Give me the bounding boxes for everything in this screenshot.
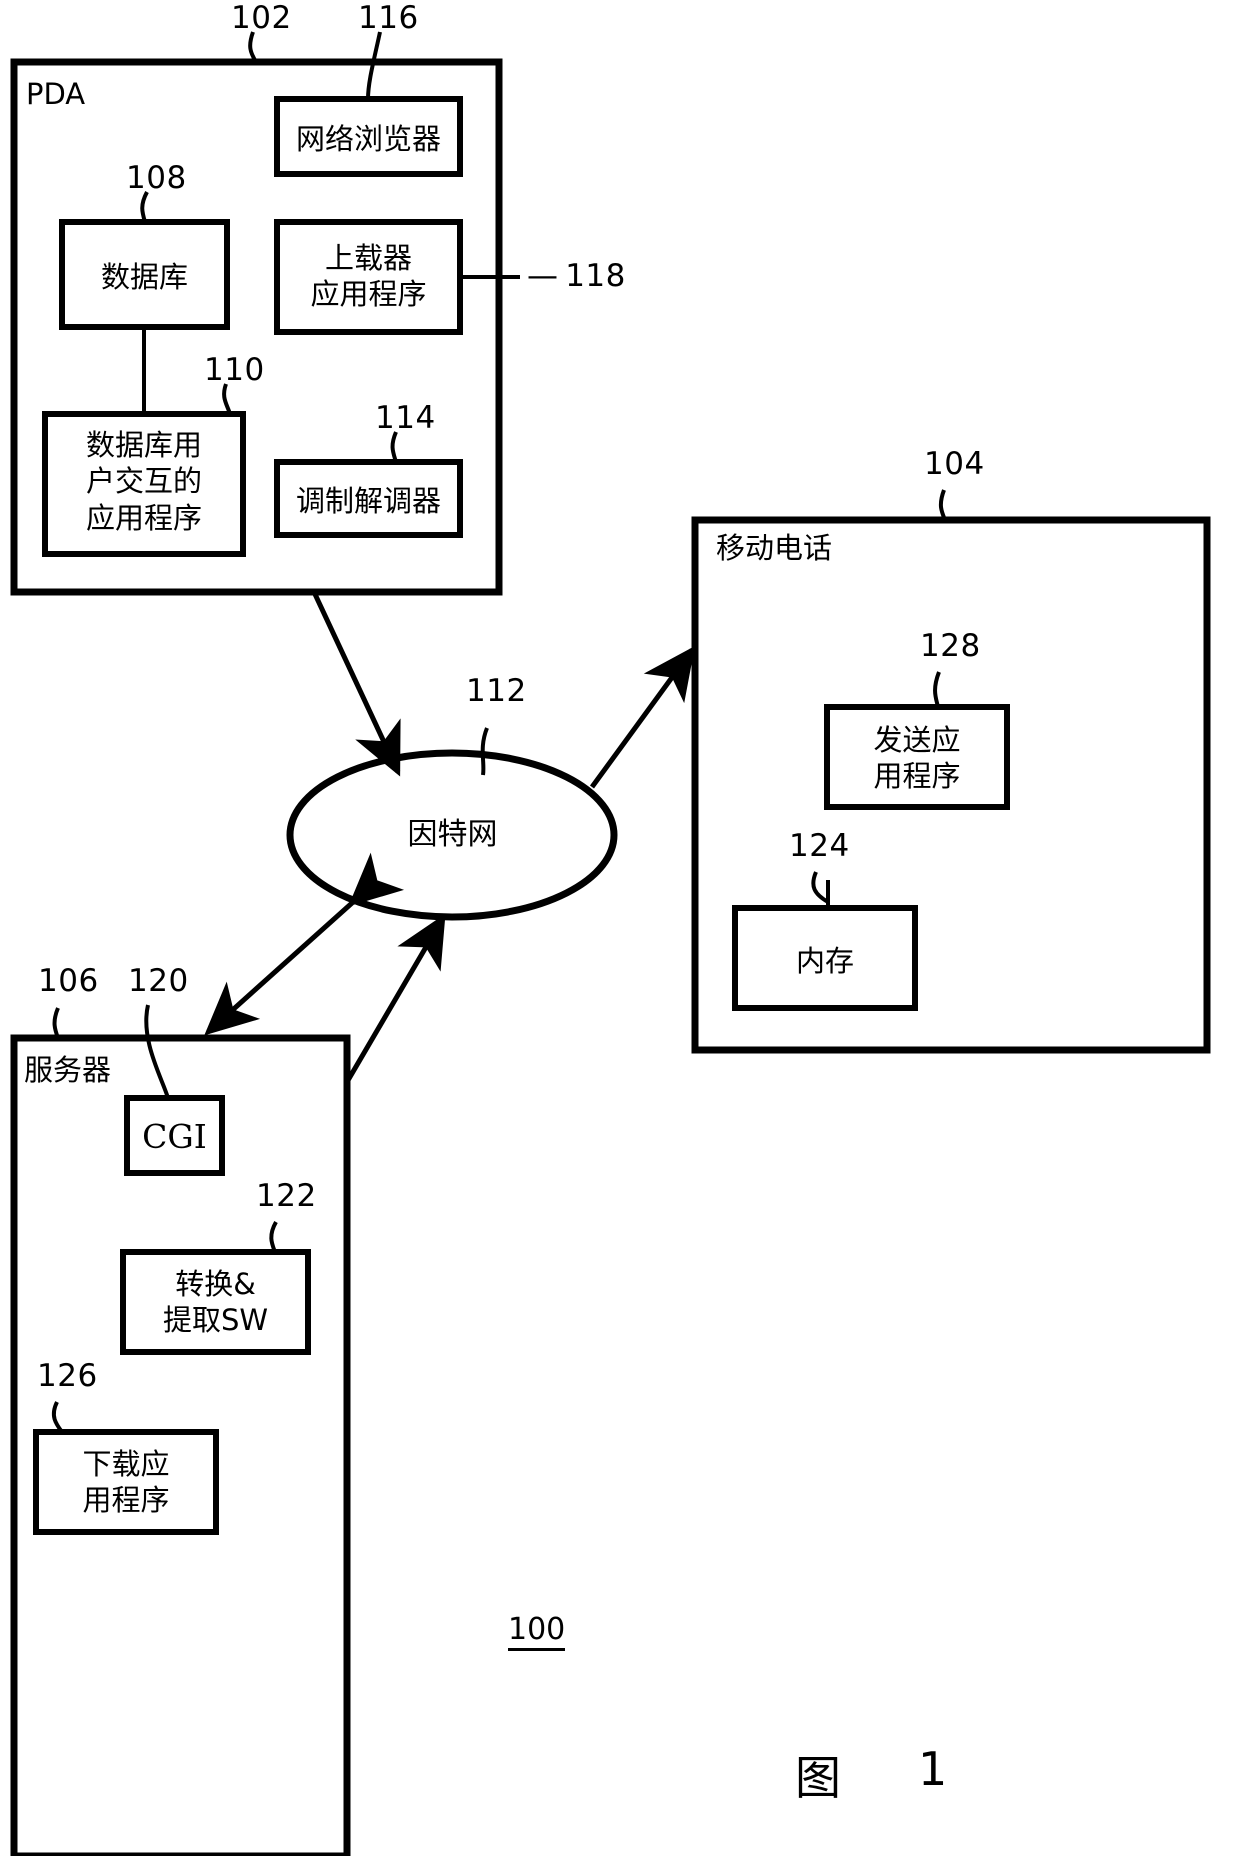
convert-extract-sw-label: 转换& 提取SW <box>123 1266 308 1339</box>
pda-container-label: PDA <box>26 77 86 111</box>
leader-106 <box>52 1007 60 1039</box>
modem-label: 调制解调器 <box>295 484 441 518</box>
leader-104 <box>938 489 947 521</box>
memory-label: 内存 <box>795 944 854 978</box>
patent-figure-canvas: 102 116 108 — 118 110 114 112 104 128 12… <box>0 0 1240 1856</box>
arrow-internet-to-mobile-phone <box>589 645 695 789</box>
arrow-internet-server-bidirectional <box>204 852 405 1036</box>
leader-128 <box>933 671 941 708</box>
uploader-app-label-line1: 上载器 <box>324 241 412 275</box>
ref-112: 112 <box>466 673 527 709</box>
leader-124 <box>811 871 830 904</box>
leader-102 <box>248 31 258 64</box>
download-app-label-line2: 用程序 <box>82 1483 170 1518</box>
db-user-app-label: 数据库用 户交互的 应用程序 <box>45 427 243 536</box>
server-container-label: 服务器 <box>24 1053 112 1087</box>
download-app-label: 下载应 用程序 <box>36 1446 216 1519</box>
send-app-label-line2: 用程序 <box>873 759 961 794</box>
download-app-label-line1: 下载应 <box>82 1447 170 1481</box>
convert-extract-sw-label-line2: 提取SW <box>162 1303 269 1338</box>
database-label: 数据库 <box>100 260 188 294</box>
leader-114 <box>390 431 398 463</box>
system-reference-100: 100 <box>508 1612 566 1651</box>
uploader-app-label-line2: 应用程序 <box>310 277 427 312</box>
cgi-label: CGI <box>142 1117 207 1156</box>
mobile-phone-container-label: 移动电话 <box>716 531 833 565</box>
arrow-pda-to-internet <box>311 590 401 777</box>
leader-120 <box>144 1004 170 1099</box>
leader-108 <box>140 191 149 223</box>
web-browser-label: 网络浏览器 <box>295 122 441 156</box>
send-app-label-line1: 发送应 <box>873 723 961 757</box>
ref-122: 122 <box>256 1178 317 1214</box>
convert-extract-sw-label-line1: 转换& <box>175 1267 256 1301</box>
ref-114: 114 <box>375 400 436 436</box>
db-user-app-label-line1: 数据库用 <box>85 428 202 462</box>
figure-title-number: 1 <box>918 1742 948 1796</box>
db-user-app-label-line3: 应用程序 <box>85 500 202 535</box>
ref-106: 106 <box>38 963 99 999</box>
leader-110 <box>222 383 232 415</box>
ref-104: 104 <box>924 446 985 482</box>
uploader-app-label: 上载器 应用程序 <box>277 240 460 313</box>
ref-116: 116 <box>358 0 419 36</box>
figure-title-prefix: 图 <box>795 1751 841 1805</box>
leader-122 <box>269 1221 278 1253</box>
ref-120: 120 <box>128 963 189 999</box>
send-app-label: 发送应 用程序 <box>827 722 1007 795</box>
ref-110: 110 <box>204 352 265 388</box>
leader-126 <box>51 1401 64 1434</box>
ref-128: 128 <box>920 628 981 664</box>
arrow-server-to-internet <box>344 913 446 1084</box>
internet-label: 因特网 <box>407 817 498 852</box>
ref-124: 124 <box>789 828 850 864</box>
ref-108: 108 <box>126 160 187 196</box>
ref-102: 102 <box>231 0 292 36</box>
ref-118: — 118 <box>527 258 626 294</box>
db-user-app-label-line2: 户交互的 <box>85 464 202 499</box>
ref-126: 126 <box>37 1358 98 1394</box>
